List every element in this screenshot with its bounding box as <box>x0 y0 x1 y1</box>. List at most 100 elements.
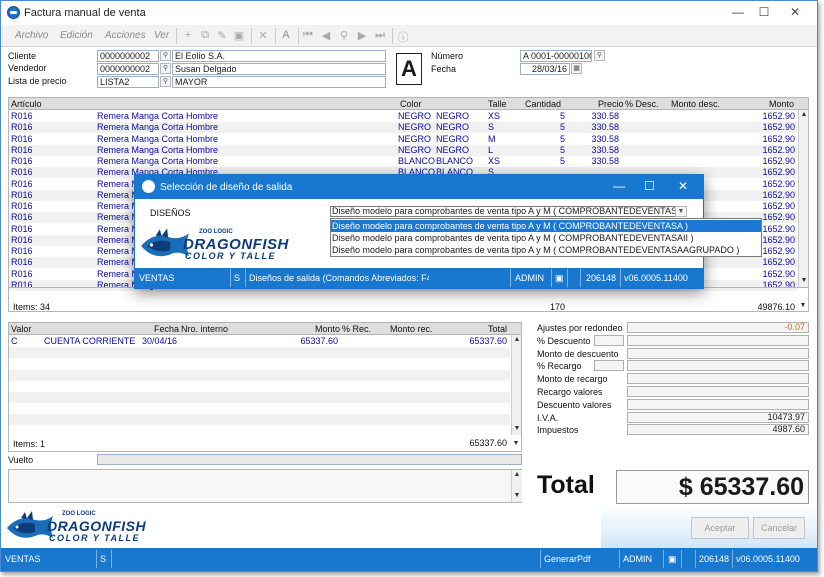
menu-edicion[interactable]: Edición <box>60 30 93 41</box>
summary-value[interactable] <box>627 386 809 397</box>
table-row[interactable] <box>9 358 510 369</box>
table-row[interactable]: R016 Remera Manga Corta Hombre NEGRO NEGRO S… <box>9 122 797 134</box>
observaciones-box[interactable]: ▲ ▼ <box>8 469 522 503</box>
maximize-button[interactable]: ☐ <box>754 5 774 19</box>
scroll-up-icon[interactable]: ▲ <box>512 335 521 345</box>
close-button[interactable]: ✕ <box>785 5 805 19</box>
minimize-button[interactable]: — <box>728 5 748 19</box>
col-valor[interactable]: Valor <box>11 324 31 334</box>
table-row[interactable] <box>9 381 510 392</box>
table-row[interactable] <box>9 347 510 359</box>
info-icon[interactable]: ⓘ <box>396 29 410 45</box>
cliente-code-field[interactable]: 0000000002 <box>97 50 159 62</box>
scroll-up-icon[interactable]: ▲ <box>512 470 522 480</box>
dropdown-option[interactable]: Diseño modelo para comprobantes de venta… <box>331 220 761 232</box>
table-cell: R016 <box>11 268 33 279</box>
col-rec[interactable]: % Rec. <box>342 324 371 334</box>
calendar-icon[interactable]: ▦ <box>571 63 582 74</box>
col-pay-monto[interactable]: Monto <box>315 324 340 334</box>
articles-scrollbar[interactable]: ▲ ▼ <box>798 110 808 287</box>
table-cell: R016 <box>11 234 33 245</box>
col-nro-interno[interactable]: Nro. interno <box>181 324 228 334</box>
col-pay-fecha[interactable]: Fecha <box>154 324 179 334</box>
col-desc[interactable]: % Desc. <box>625 99 659 109</box>
edit-icon[interactable]: ✎ <box>215 29 229 42</box>
table-row[interactable]: R016 Remera Manga Corta Hombre NEGRO NEGRO X… <box>9 111 797 122</box>
col-monto-desc[interactable]: Monto desc. <box>671 99 720 109</box>
table-cell: 1652.90 <box>762 144 795 155</box>
cancelar-button[interactable]: Cancelar <box>753 517 805 539</box>
font-icon[interactable]: A <box>279 29 293 41</box>
lista-name-field[interactable]: MAYOR <box>172 76 386 88</box>
summary-value[interactable] <box>627 373 809 385</box>
disenos-combo[interactable]: Diseño modelo para comprobantes de venta… <box>330 206 687 217</box>
lista-lookup-icon[interactable]: ⚲ <box>160 76 171 87</box>
cliente-name-field[interactable]: El Eolio S.A. <box>172 50 386 62</box>
col-color[interactable]: Color <box>400 99 422 109</box>
vendedor-lookup-icon[interactable]: ⚲ <box>160 63 171 74</box>
aceptar-button[interactable]: Aceptar <box>691 517 749 539</box>
status-separator <box>580 269 581 287</box>
payments-scrollbar[interactable]: ▲ ▼ <box>511 335 521 435</box>
col-articulo[interactable]: Artículo <box>11 99 42 109</box>
last-icon[interactable]: ⏭ <box>373 29 387 42</box>
table-cell: R016 <box>11 212 33 223</box>
percent-field[interactable] <box>594 334 624 346</box>
articles-total-scroll-icon[interactable]: ▼ <box>798 301 808 311</box>
table-row[interactable] <box>9 414 510 426</box>
fecha-field[interactable]: 28/03/16 <box>520 63 570 75</box>
new-icon[interactable]: + <box>181 29 195 41</box>
col-pay-total[interactable]: Total <box>488 324 507 334</box>
summary-value[interactable] <box>627 398 809 410</box>
numero-lookup-icon[interactable]: ⚲ <box>594 50 605 61</box>
col-talle[interactable]: Talle <box>488 99 507 109</box>
col-monto-rec[interactable]: Monto rec. <box>390 324 433 334</box>
dropdown-arrow-icon[interactable]: ▼ <box>675 206 687 217</box>
observaciones-scrollbar[interactable]: ▲ ▼ <box>511 470 522 502</box>
table-cell: NEGRO <box>398 144 432 155</box>
menu-archivo[interactable]: Archivo <box>15 30 48 41</box>
payments-total-scroll-icon[interactable]: ▼ <box>511 439 521 449</box>
menu-ver[interactable]: Ver <box>154 30 169 41</box>
summary-value[interactable]: -0.07 <box>627 322 809 333</box>
vendedor-name-field[interactable]: Susan Delgado <box>172 63 386 75</box>
dropdown-option[interactable]: Diseño modelo para comprobantes de venta… <box>331 244 761 256</box>
numero-field[interactable]: A 0001-00000100 <box>520 50 592 62</box>
dialog-close-button[interactable]: ✕ <box>678 179 688 193</box>
dialog-minimize-button[interactable]: — <box>613 179 625 193</box>
lista-code-field[interactable]: LISTA2 <box>97 76 159 88</box>
summary-value[interactable]: 10473.97 <box>627 411 809 423</box>
table-row[interactable]: C CUENTA CORRIENTE 30/04/16 65337.60 65337.6… <box>9 336 510 347</box>
table-row[interactable] <box>9 392 510 403</box>
dialog-maximize-button[interactable]: ☐ <box>644 179 655 193</box>
menu-acciones[interactable]: Acciones <box>105 30 146 41</box>
table-row[interactable] <box>9 403 510 414</box>
scroll-up-icon[interactable]: ▲ <box>799 110 808 120</box>
scroll-down-icon[interactable]: ▼ <box>799 276 808 286</box>
scroll-down-icon[interactable]: ▼ <box>512 424 521 434</box>
table-cell: 1652.90 <box>762 167 795 178</box>
cancel-icon[interactable]: ✕ <box>256 29 270 42</box>
col-cantidad[interactable]: Cantidad <box>525 99 561 109</box>
col-monto[interactable]: Monto <box>769 99 794 109</box>
summary-value[interactable]: 4987.60 <box>627 424 809 436</box>
copy-icon[interactable]: ⧉ <box>198 29 212 42</box>
prev-icon[interactable]: ◀ <box>319 29 333 42</box>
col-precio[interactable]: Precio <box>598 99 624 109</box>
summary-value[interactable] <box>627 334 809 346</box>
table-row[interactable] <box>9 369 510 381</box>
dropdown-option[interactable]: Diseño modelo para comprobantes de venta… <box>331 232 761 244</box>
save-icon[interactable]: ▣ <box>232 29 246 42</box>
binoculars-icon[interactable]: ⚲ <box>337 29 351 42</box>
table-row[interactable]: R016 Remera Manga Corta Hombre NEGRO NEGRO M… <box>9 134 797 145</box>
summary-value[interactable] <box>627 347 809 359</box>
cliente-lookup-icon[interactable]: ⚲ <box>160 50 171 61</box>
vendedor-code-field[interactable]: 0000000002 <box>97 63 159 75</box>
table-row[interactable]: R016 Remera Manga Corta Hombre BLANCO BLANC… <box>9 156 797 167</box>
table-row[interactable]: R016 Remera Manga Corta Hombre NEGRO NEGRO L… <box>9 144 797 156</box>
scroll-down-icon[interactable]: ▼ <box>512 491 522 501</box>
next-icon[interactable]: ▶ <box>355 29 369 42</box>
first-icon[interactable]: ⏮ <box>301 29 315 42</box>
percent-field[interactable] <box>594 360 624 372</box>
summary-value[interactable] <box>627 360 809 372</box>
